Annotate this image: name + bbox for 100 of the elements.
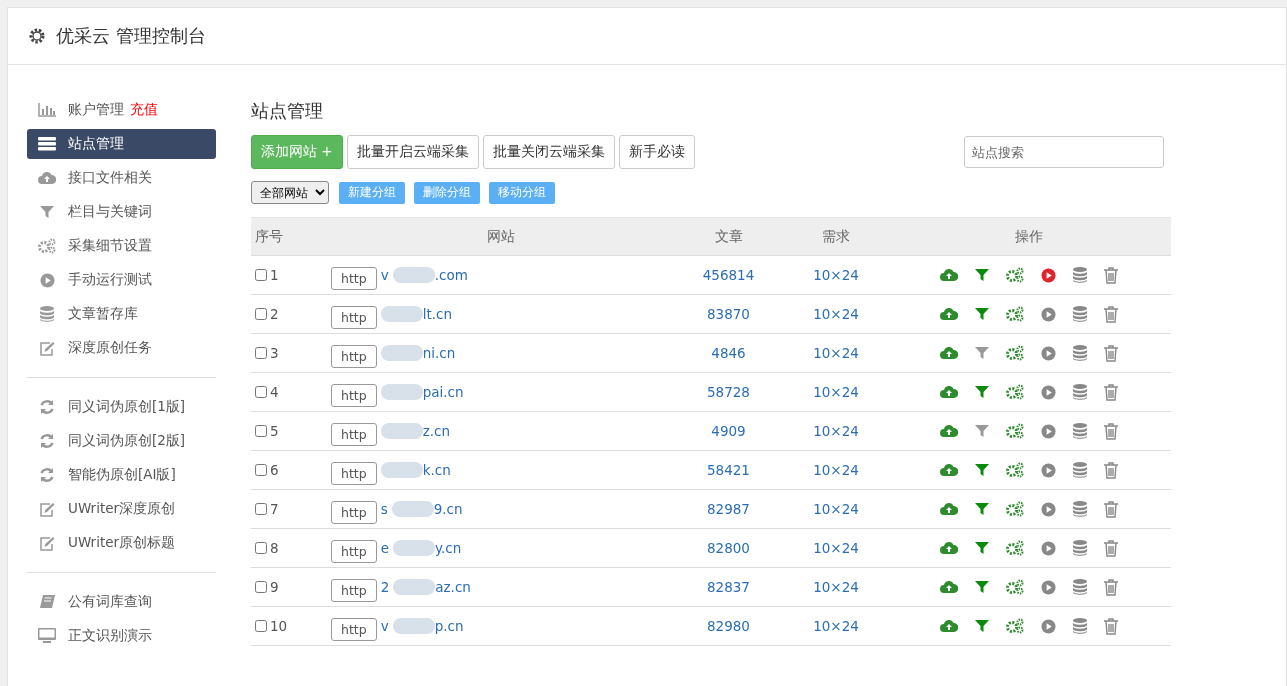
sidebar-item[interactable]: UWriter深度原创: [27, 494, 216, 524]
protocol-button[interactable]: http: [331, 267, 377, 290]
protocol-button[interactable]: http: [331, 579, 377, 602]
gears-icon[interactable]: [1005, 267, 1024, 283]
protocol-button[interactable]: http: [331, 345, 377, 368]
play-icon[interactable]: [1040, 501, 1056, 517]
gears-icon[interactable]: [1005, 345, 1024, 361]
database-icon[interactable]: [1072, 345, 1087, 361]
sidebar-item[interactable]: 栏目与关键词: [27, 197, 216, 227]
cloud-upload-icon[interactable]: [939, 619, 958, 633]
database-icon[interactable]: [1072, 423, 1087, 439]
filter-icon[interactable]: [974, 346, 989, 360]
sidebar-item[interactable]: 智能伪原创[AI版]: [27, 460, 216, 490]
trash-icon[interactable]: [1103, 344, 1118, 362]
sidebar-item[interactable]: 接口文件相关: [27, 163, 216, 193]
gears-icon[interactable]: [1005, 423, 1024, 439]
gears-icon[interactable]: [1005, 579, 1024, 595]
search-field[interactable]: 站点搜索: [964, 136, 1164, 168]
database-icon[interactable]: [1072, 618, 1087, 634]
protocol-button[interactable]: http: [331, 540, 377, 563]
play-icon[interactable]: [1040, 462, 1056, 478]
toolbar-button[interactable]: 批量开启云端采集: [346, 135, 479, 169]
sidebar-item[interactable]: 账户管理 充值: [27, 95, 216, 125]
play-icon[interactable]: [1040, 267, 1056, 283]
toolbar-button[interactable]: 新手必读: [618, 135, 695, 169]
sidebar-item[interactable]: UWriter原创标题: [27, 528, 216, 558]
trash-icon[interactable]: [1103, 422, 1118, 440]
protocol-button[interactable]: http: [331, 618, 377, 641]
gears-icon[interactable]: [1005, 306, 1024, 322]
filter-icon[interactable]: [974, 580, 989, 594]
trash-icon[interactable]: [1103, 266, 1118, 284]
cloud-upload-icon[interactable]: [939, 541, 958, 555]
cloud-upload-icon[interactable]: [939, 580, 958, 594]
sidebar-item[interactable]: 文章暂存库: [27, 299, 216, 329]
database-icon[interactable]: [1072, 384, 1087, 400]
row-checkbox[interactable]: [255, 425, 267, 437]
database-icon[interactable]: [1072, 501, 1087, 517]
database-icon[interactable]: [1072, 540, 1087, 556]
filter-icon[interactable]: [974, 307, 989, 321]
row-checkbox[interactable]: [255, 464, 267, 476]
database-icon[interactable]: [1072, 462, 1087, 478]
sidebar-item[interactable]: 采集细节设置: [27, 231, 216, 261]
trash-icon[interactable]: [1103, 305, 1118, 323]
trash-icon[interactable]: [1103, 539, 1118, 557]
database-icon[interactable]: [1072, 306, 1087, 322]
filter-icon[interactable]: [974, 463, 989, 477]
protocol-button[interactable]: http: [331, 501, 377, 524]
protocol-button[interactable]: http: [331, 384, 377, 407]
cloud-upload-icon[interactable]: [939, 463, 958, 477]
play-icon[interactable]: [1040, 540, 1056, 556]
play-icon[interactable]: [1040, 579, 1056, 595]
row-checkbox[interactable]: [255, 386, 267, 398]
row-checkbox[interactable]: [255, 620, 267, 632]
toolbar-button[interactable]: 批量关闭云端采集: [482, 135, 615, 169]
gears-icon[interactable]: [1005, 462, 1024, 478]
row-checkbox[interactable]: [255, 269, 267, 281]
trash-icon[interactable]: [1103, 383, 1118, 401]
cloud-upload-icon[interactable]: [939, 268, 958, 282]
cloud-upload-icon[interactable]: [939, 307, 958, 321]
trash-icon[interactable]: [1103, 461, 1118, 479]
cloud-upload-icon[interactable]: [939, 346, 958, 360]
cloud-upload-icon[interactable]: [939, 424, 958, 438]
filter-icon[interactable]: [974, 502, 989, 516]
sidebar-item[interactable]: 正文识别演示: [27, 621, 216, 651]
play-icon[interactable]: [1040, 345, 1056, 361]
protocol-button[interactable]: http: [331, 423, 377, 446]
sidebar-item[interactable]: 公有词库查询: [27, 587, 216, 617]
protocol-button[interactable]: http: [331, 462, 377, 485]
trash-icon[interactable]: [1103, 578, 1118, 596]
play-icon[interactable]: [1040, 423, 1056, 439]
database-icon[interactable]: [1072, 579, 1087, 595]
trash-icon[interactable]: [1103, 617, 1118, 635]
trash-icon[interactable]: [1103, 500, 1118, 518]
sidebar-item[interactable]: 深度原创任务: [27, 333, 216, 363]
filter-icon[interactable]: [974, 619, 989, 633]
cloud-upload-icon[interactable]: [939, 502, 958, 516]
sidebar-item[interactable]: 站点管理: [27, 129, 216, 159]
row-checkbox[interactable]: [255, 308, 267, 320]
protocol-button[interactable]: http: [331, 306, 377, 329]
sidebar-item[interactable]: 手动运行测试: [27, 265, 216, 295]
gears-icon[interactable]: [1005, 540, 1024, 556]
row-checkbox[interactable]: [255, 581, 267, 593]
filter-icon[interactable]: [974, 268, 989, 282]
row-checkbox[interactable]: [255, 347, 267, 359]
play-icon[interactable]: [1040, 384, 1056, 400]
filter-icon[interactable]: [974, 424, 989, 438]
play-icon[interactable]: [1040, 618, 1056, 634]
database-icon[interactable]: [1072, 267, 1087, 283]
filter-icon[interactable]: [974, 541, 989, 555]
cloud-upload-icon[interactable]: [939, 385, 958, 399]
row-checkbox[interactable]: [255, 542, 267, 554]
gears-icon[interactable]: [1005, 618, 1024, 634]
sidebar-item[interactable]: 同义词伪原创[1版]: [27, 392, 216, 422]
group-select[interactable]: 全部网站: [251, 181, 329, 204]
gears-icon[interactable]: [1005, 384, 1024, 400]
filter-icon[interactable]: [974, 385, 989, 399]
sidebar-item[interactable]: 同义词伪原创[2版]: [27, 426, 216, 456]
gears-icon[interactable]: [1005, 501, 1024, 517]
row-checkbox[interactable]: [255, 503, 267, 515]
play-icon[interactable]: [1040, 306, 1056, 322]
